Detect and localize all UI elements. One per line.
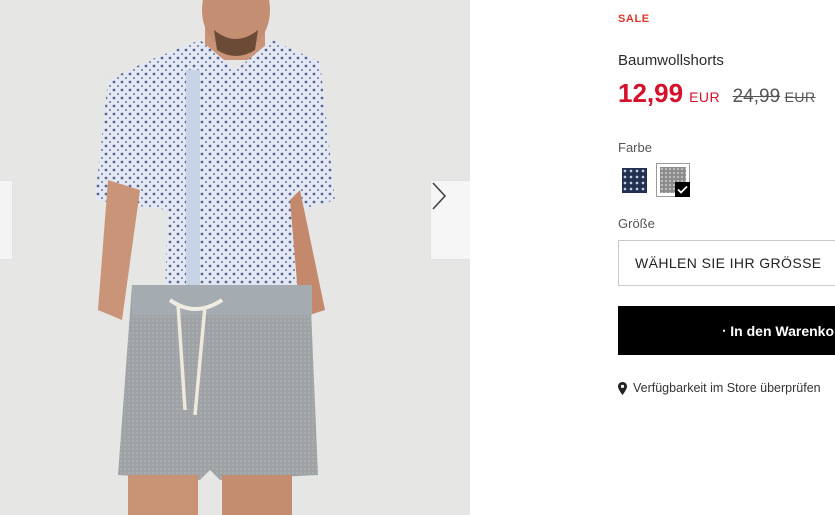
- add-to-cart-button[interactable]: In den Warenkorb: [618, 306, 835, 355]
- price-row: 12,99 EUR 24,99 EUR: [618, 78, 816, 109]
- location-pin-icon: [618, 381, 627, 395]
- color-label: Farbe: [618, 140, 652, 155]
- size-label: Größe: [618, 216, 655, 231]
- color-swatch-navy[interactable]: [622, 168, 647, 193]
- shopping-bag-icon: [723, 329, 726, 332]
- add-to-cart-label: In den Warenkorb: [730, 322, 835, 339]
- chevron-right-icon: [432, 182, 447, 210]
- sale-badge: SALE: [618, 13, 650, 25]
- checkmark-icon: [675, 182, 690, 197]
- gallery-next-button[interactable]: [430, 180, 470, 260]
- size-select[interactable]: WÄHLEN SIE IHR GRÖSSE: [618, 240, 835, 286]
- color-swatch-grey[interactable]: [656, 163, 690, 197]
- product-name: Baumwollshorts: [618, 52, 724, 69]
- gallery-prev-button[interactable]: [0, 180, 13, 260]
- current-price-currency: EUR: [689, 89, 721, 105]
- store-availability-link[interactable]: Verfügbarkeit im Store überprüfen: [618, 381, 821, 395]
- old-price: 24,99: [732, 86, 781, 107]
- product-photo: [0, 0, 470, 515]
- store-availability-label: Verfügbarkeit im Store überprüfen: [633, 381, 821, 395]
- current-price: 12,99: [618, 78, 684, 108]
- product-image-gallery: [0, 0, 470, 515]
- old-price-currency: EUR: [784, 89, 816, 105]
